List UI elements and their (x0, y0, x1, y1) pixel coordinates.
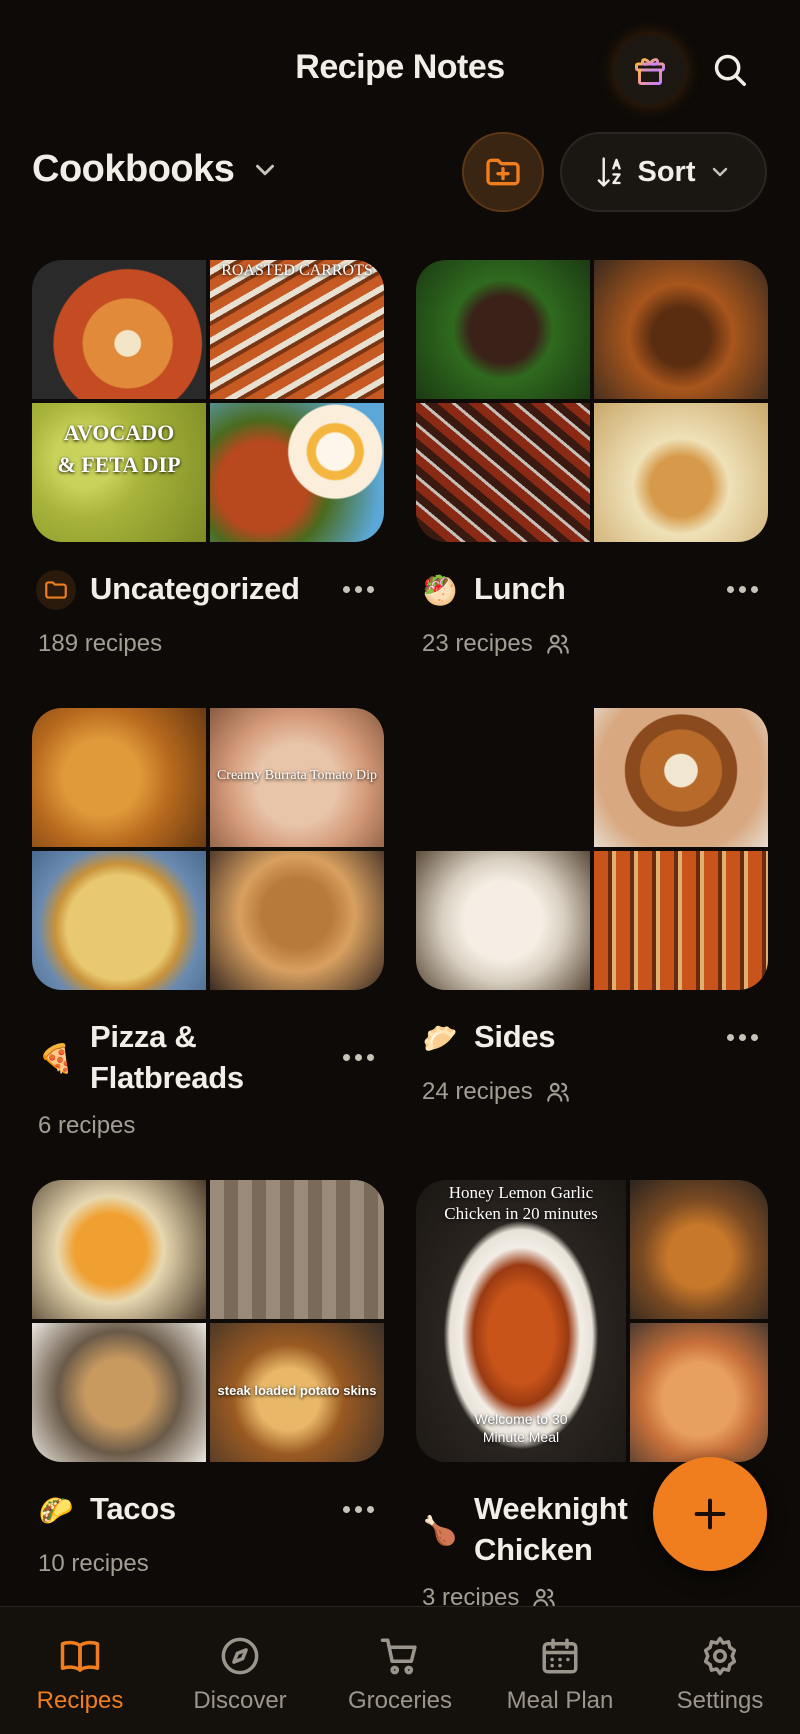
recipe-thumbnail (32, 851, 206, 990)
cookbook-card-uncategorized[interactable]: ROASTED CARROTS AVOCADO & FETA DIP Uncat… (32, 260, 384, 658)
shared-users-icon (546, 1082, 569, 1102)
more-options-button[interactable] (720, 1022, 764, 1052)
recipe-thumbnail (210, 403, 384, 542)
recipe-count: 10 recipes (38, 1550, 149, 1577)
cookbook-name: Sides (474, 1019, 556, 1054)
potato-icon: 🥟 (422, 1022, 458, 1054)
new-cookbook-button[interactable] (462, 132, 544, 212)
recipe-thumbnail: AVOCADO & FETA DIP (32, 403, 206, 542)
plus-icon (694, 1498, 726, 1530)
gift-icon (635, 58, 665, 85)
cookbook-cover: Honey Lemon Garlic Chicken in 20 minutes… (416, 1180, 768, 1462)
recipe-thumbnail (630, 1180, 768, 1319)
search-button[interactable] (695, 35, 765, 105)
nav-label: Recipes (36, 1687, 124, 1714)
nav-label: Discover (193, 1687, 287, 1714)
gift-button[interactable] (615, 35, 685, 105)
recipe-thumbnail (210, 1180, 384, 1319)
recipe-thumbnail: ROASTED CARROTS (210, 260, 384, 399)
thumbnail-caption: steak loaded potato skins (217, 1383, 377, 1398)
sort-label: Sort (637, 155, 696, 188)
compass-icon (221, 1637, 259, 1675)
top-bar: Recipe Notes (0, 0, 800, 130)
cookbook-card-tacos[interactable]: steak loaded potato skins 🌮 Tacos 10 rec… (32, 1180, 384, 1578)
cookbooks-header: Cookbooks Sort (0, 128, 800, 214)
chevron-down-icon (256, 164, 275, 175)
chevron-down-icon (712, 167, 727, 177)
nav-meal-plan[interactable]: Meal Plan (485, 1635, 635, 1734)
cookbook-name: Lunch (474, 571, 566, 606)
recipe-thumbnail: Honey Lemon Garlic Chicken in 20 minutes… (416, 1180, 626, 1462)
recipe-thumbnail (594, 708, 768, 847)
folder-icon (36, 570, 76, 610)
cookbook-cover: steak loaded potato skins (32, 1180, 384, 1462)
pizza-icon: 🍕 (38, 1042, 74, 1074)
folder-plus-icon (486, 158, 520, 186)
nav-groceries[interactable]: Groceries (325, 1635, 475, 1734)
more-options-button[interactable] (720, 574, 764, 604)
recipe-thumbnail (32, 708, 206, 847)
nav-settings[interactable]: Settings (645, 1635, 795, 1734)
cookbook-cover: Creamy Burrata Tomato Dip (32, 708, 384, 990)
nav-recipes[interactable]: Recipes (5, 1635, 155, 1734)
cookbook-card-lunch[interactable]: 🥙 Lunch 23 recipes (416, 260, 768, 658)
recipe-thumbnail (416, 260, 590, 399)
wrap-icon: 🥙 (422, 574, 458, 606)
shared-users-icon (546, 634, 569, 654)
nav-label: Groceries (347, 1687, 453, 1714)
book-icon (60, 1640, 100, 1672)
taco-icon: 🌮 (38, 1494, 74, 1526)
thumbnail-caption: Honey Lemon Garlic Chicken in 20 minutes (444, 1183, 598, 1223)
cookbook-card-pizza-flatbreads[interactable]: Creamy Burrata Tomato Dip 🍕 Pizza & Flat… (32, 708, 384, 1140)
section-title: Cookbooks (32, 148, 235, 190)
recipe-count: 24 recipes (422, 1078, 533, 1105)
cookbook-name: Pizza & Flatbreads (90, 1019, 244, 1095)
recipe-thumbnail (210, 851, 384, 990)
thumbnail-caption: AVOCADO & FETA DIP (57, 420, 181, 477)
recipe-thumbnail (630, 1323, 768, 1462)
cookbooks-dropdown[interactable]: Cookbooks (32, 148, 280, 191)
bottom-nav: Recipes Discover Groceries Meal Plan Set… (0, 1606, 800, 1734)
recipe-thumbnail (594, 260, 768, 399)
cookbook-cover: ROASTED CARROTS AVOCADO & FETA DIP (32, 260, 384, 542)
more-options-button[interactable] (336, 1042, 380, 1072)
gear-icon (703, 1636, 737, 1676)
cookbook-name: Uncategorized (90, 571, 300, 606)
recipe-thumbnail (416, 851, 590, 990)
thumbnail-caption: Welcome to 30 Minute Meal (474, 1411, 568, 1445)
recipe-thumbnail: steak loaded potato skins (210, 1323, 384, 1462)
calendar-icon (542, 1638, 578, 1674)
recipe-thumbnail (594, 403, 768, 542)
recipe-thumbnail: Creamy Burrata Tomato Dip (210, 708, 384, 847)
recipe-thumbnail (594, 851, 768, 990)
recipe-count: 6 recipes (38, 1112, 136, 1139)
search-icon (714, 54, 746, 86)
nav-label: Settings (676, 1687, 764, 1714)
cookbook-cover (416, 708, 768, 990)
cookbook-cover (416, 260, 768, 542)
recipe-thumbnail (32, 1180, 206, 1319)
cookbook-card-sides[interactable]: 🥟 Sides 24 recipes (416, 708, 768, 1106)
recipe-count: 189 recipes (38, 630, 163, 657)
sort-button[interactable]: Sort (560, 132, 767, 212)
more-options-button[interactable] (336, 574, 380, 604)
chicken-leg-icon: 🍗 (422, 1514, 458, 1546)
cart-icon (380, 1638, 417, 1675)
nav-label: Meal Plan (506, 1687, 614, 1714)
nav-discover[interactable]: Discover (165, 1635, 315, 1734)
sort-az-icon (597, 157, 621, 187)
add-recipe-button[interactable] (653, 1457, 767, 1571)
recipe-thumbnail (32, 260, 206, 399)
thumbnail-caption: Creamy Burrata Tomato Dip (216, 768, 378, 783)
recipe-thumbnail (32, 1323, 206, 1462)
recipe-thumbnail (416, 403, 590, 542)
recipe-thumbnail (416, 708, 590, 847)
thumbnail-caption: ROASTED CARROTS (221, 262, 373, 279)
more-options-button[interactable] (336, 1494, 380, 1524)
recipe-count: 23 recipes (422, 630, 533, 657)
cookbook-name: Tacos (90, 1491, 176, 1526)
